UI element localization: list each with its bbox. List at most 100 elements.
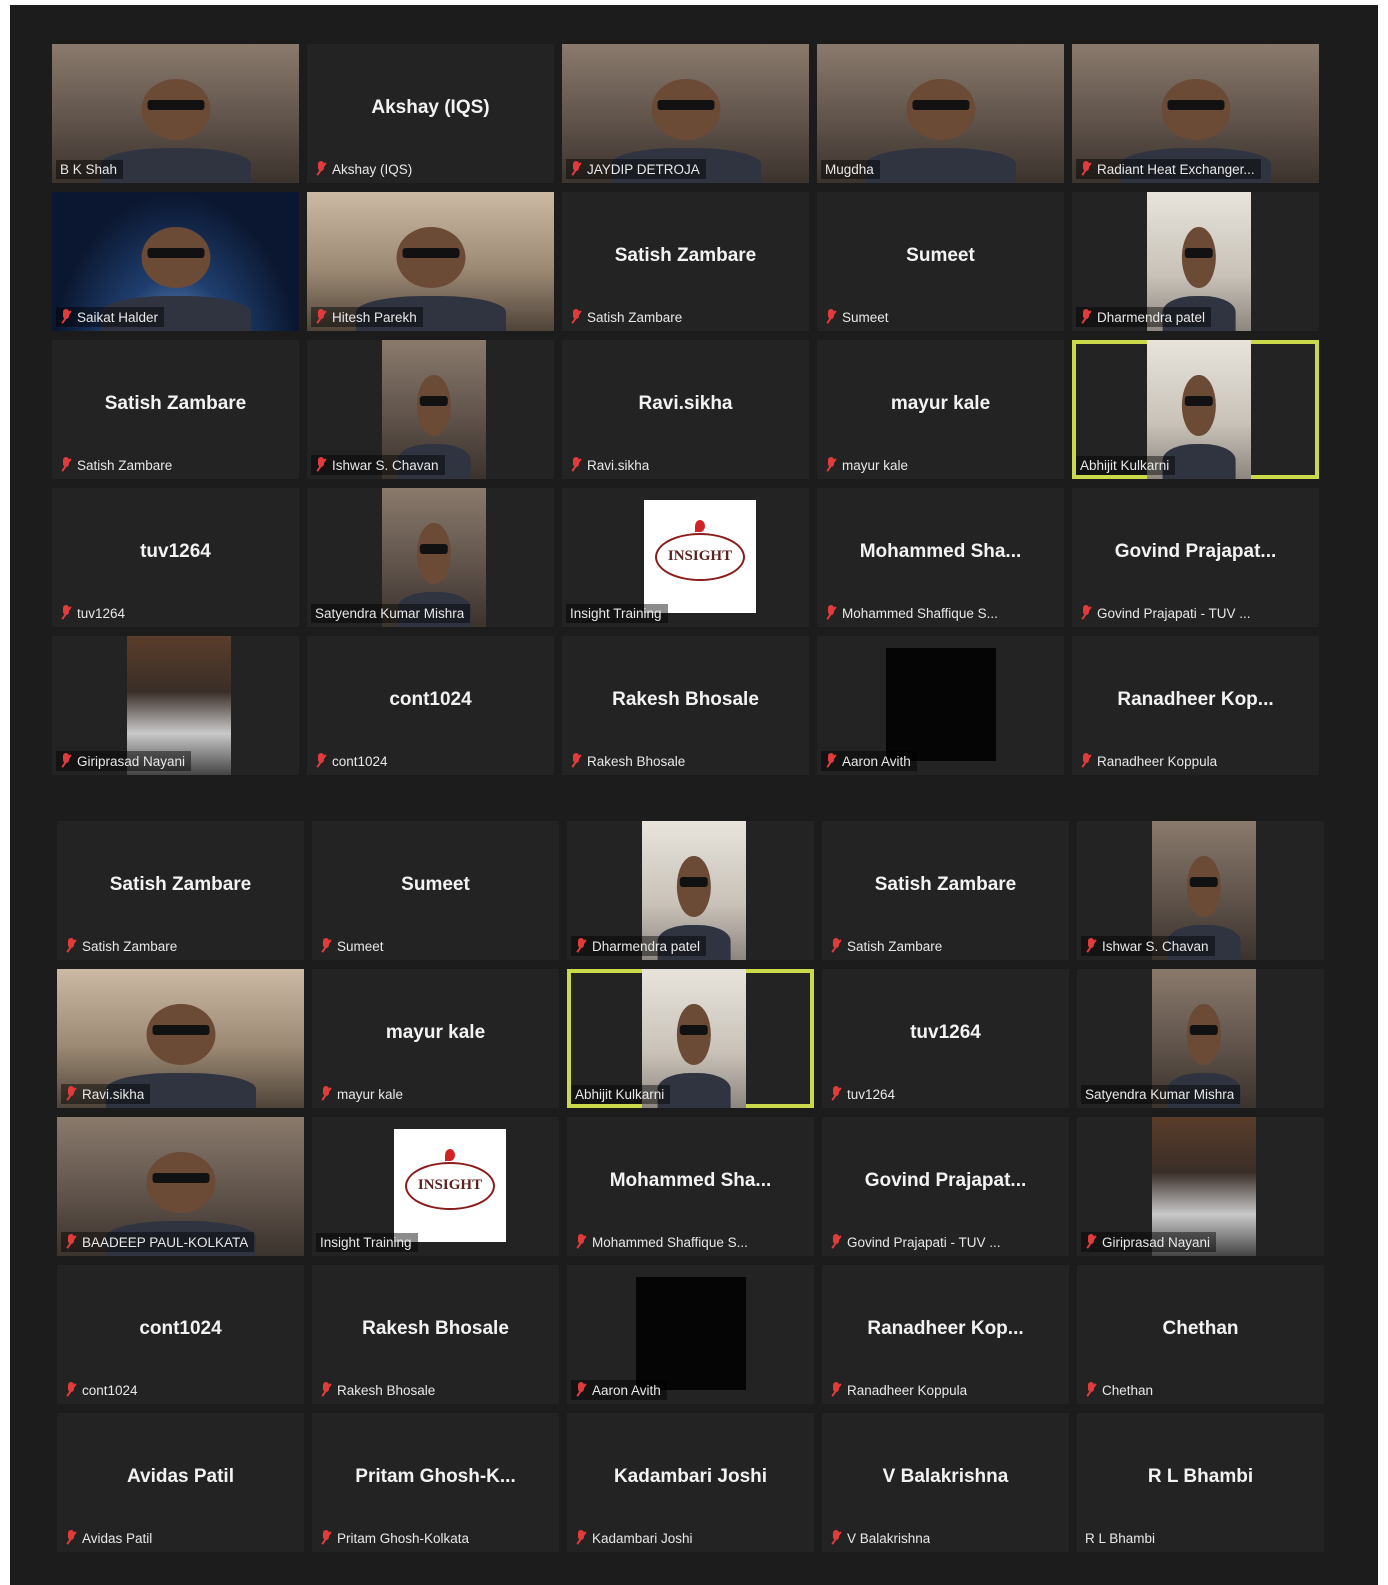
participant-tile-abhijit-kulkarni[interactable]: Abhijit Kulkarni	[1072, 340, 1319, 479]
participant-display-name: Ravi.sikha	[638, 392, 733, 414]
participant-tile-giriprasad-nayani[interactable]: Giriprasad Nayani	[52, 636, 299, 775]
participant-tile-govind-prajapati-tuv[interactable]: Govind Prajapat... Govind Prajapati - TUV…	[1072, 488, 1319, 627]
participant-label-text: JAYDIP DETROJA	[587, 161, 700, 177]
participant-label-text: Ishwar S. Chavan	[1102, 938, 1209, 954]
participant-name-label: Mohammed Shaffique S...	[821, 603, 1004, 623]
muted-mic-icon	[1080, 753, 1092, 769]
participant-tile-ishwar-s-chavan[interactable]: Ishwar S. Chavan	[307, 340, 554, 479]
participant-tile-jaydip-detroja[interactable]: JAYDIP DETROJA	[562, 44, 809, 183]
participant-label-text: Chethan	[1102, 1382, 1154, 1398]
participant-tile-r-l-bhambi[interactable]: R L Bhambi R L Bhambi	[1077, 1413, 1324, 1552]
participant-tile-cont1024[interactable]: cont1024 cont1024	[307, 636, 554, 775]
participant-label-text: Dharmendra patel	[592, 938, 701, 954]
participant-tile-radiant-heat-exchanger[interactable]: Radiant Heat Exchanger...	[1072, 44, 1319, 183]
participant-tile-dharmendra-patel[interactable]: Dharmendra patel	[1072, 192, 1319, 331]
participant-label-text: Insight Training	[570, 606, 662, 621]
participant-tile-saikat-halder[interactable]: Saikat Halder	[52, 192, 299, 331]
participant-tile-rakesh-bhosale[interactable]: Rakesh Bhosale Rakesh Bhosale	[312, 1265, 559, 1404]
participant-tile-ranadheer-koppula[interactable]: Ranadheer Kop... Ranadheer Koppula	[1072, 636, 1319, 775]
muted-mic-icon	[575, 1234, 587, 1250]
participant-name-label: Ranadheer Koppula	[826, 1380, 973, 1400]
participant-label-text: Ravi.sikha	[587, 457, 650, 473]
participant-name-label: Kadambari Joshi	[571, 1528, 699, 1548]
insight-logo: INSIGHT	[405, 1161, 495, 1210]
participant-label-text: Radiant Heat Exchanger...	[1097, 161, 1255, 177]
participant-name-label: Avidas Patil	[61, 1528, 158, 1548]
participant-label-text: Satish Zambare	[77, 457, 173, 473]
participant-tile-satyendra-kumar-mishra[interactable]: Satyendra Kumar Mishra	[307, 488, 554, 627]
participant-tile-ranadheer-koppula[interactable]: Ranadheer Kop... Ranadheer Koppula	[822, 1265, 1069, 1404]
participant-name-label: Aaron Avith	[821, 751, 917, 771]
participant-display-name: Sumeet	[906, 244, 975, 266]
participant-tile-aaron-avith[interactable]: Aaron Avith	[817, 636, 1064, 775]
participant-tile-ishwar-s-chavan[interactable]: Ishwar S. Chavan	[1077, 821, 1324, 960]
participant-tile-rakesh-bhosale[interactable]: Rakesh Bhosale Rakesh Bhosale	[562, 636, 809, 775]
participant-name-label: R L Bhambi	[1081, 1529, 1161, 1548]
participant-label-text: Ranadheer Koppula	[1097, 753, 1218, 769]
participant-name-label: Saikat Halder	[56, 307, 165, 327]
participant-name-label: Insight Training	[316, 1233, 418, 1252]
meeting-gallery-view: B K Shah Akshay (IQS) Akshay (IQS) JAYDIP D…	[10, 5, 1378, 1585]
participant-name-label: Rakesh Bhosale	[316, 1380, 441, 1400]
participant-tile-satish-zambare[interactable]: Satish Zambare Satish Zambare	[52, 340, 299, 479]
participant-tile-giriprasad-nayani[interactable]: Giriprasad Nayani	[1077, 1117, 1324, 1256]
muted-mic-icon	[830, 938, 842, 954]
participant-tile-ravi-sikha[interactable]: Ravi.sikha	[57, 969, 304, 1108]
participant-tile-insight-training[interactable]: INSIGHT Insight Training	[562, 488, 809, 627]
participant-tile-abhijit-kulkarni[interactable]: Abhijit Kulkarni	[567, 969, 814, 1108]
participant-tile-mugdha[interactable]: Mugdha	[817, 44, 1064, 183]
participant-tile-tuv1264[interactable]: tuv1264 tuv1264	[52, 488, 299, 627]
participant-tile-b-k-shah[interactable]: B K Shah	[52, 44, 299, 183]
participant-display-name: Ranadheer Kop...	[1117, 688, 1274, 710]
muted-mic-icon	[825, 309, 837, 325]
participant-display-name: V Balakrishna	[882, 1465, 1009, 1487]
participant-tile-sumeet[interactable]: Sumeet Sumeet	[312, 821, 559, 960]
participant-tile-avidas-patil[interactable]: Avidas Patil Avidas Patil	[57, 1413, 304, 1552]
participant-label-text: Satish Zambare	[847, 938, 943, 954]
participant-name-label: Pritam Ghosh-Kolkata	[316, 1528, 475, 1548]
participant-tile-pritam-ghosh-kolkata[interactable]: Pritam Ghosh-K... Pritam Ghosh-Kolkata	[312, 1413, 559, 1552]
participant-name-label: Ishwar S. Chavan	[1081, 936, 1215, 956]
participant-name-label: BAADEEP PAUL-KOLKATA	[61, 1232, 255, 1252]
participant-display-name: cont1024	[139, 1317, 222, 1339]
participant-tile-govind-prajapati-tuv[interactable]: Govind Prajapat... Govind Prajapati - TUV…	[822, 1117, 1069, 1256]
participant-tile-dharmendra-patel[interactable]: Dharmendra patel	[567, 821, 814, 960]
participant-label-text: Ishwar S. Chavan	[332, 457, 439, 473]
muted-mic-icon	[830, 1382, 842, 1398]
participant-display-name: R L Bhambi	[1147, 1465, 1254, 1487]
participant-name-label: cont1024	[311, 751, 394, 771]
participant-label-text: Govind Prajapati - TUV ...	[847, 1234, 1001, 1250]
participant-tile-satish-zambare[interactable]: Satish Zambare Satish Zambare	[822, 821, 1069, 960]
participant-tile-insight-training[interactable]: INSIGHT Insight Training	[312, 1117, 559, 1256]
participant-tile-mayur-kale[interactable]: mayur kale mayur kale	[817, 340, 1064, 479]
muted-mic-icon	[1085, 1382, 1097, 1398]
participant-tile-satish-zambare[interactable]: Satish Zambare Satish Zambare	[562, 192, 809, 331]
participant-name-label: Insight Training	[566, 604, 668, 623]
participant-tile-chethan[interactable]: Chethan Chethan	[1077, 1265, 1324, 1404]
participant-tile-ravi-sikha[interactable]: Ravi.sikha Ravi.sikha	[562, 340, 809, 479]
participant-tile-aaron-avith[interactable]: Aaron Avith	[567, 1265, 814, 1404]
participant-name-label: Sumeet	[316, 936, 390, 956]
muted-mic-icon	[1080, 161, 1092, 177]
participant-display-name: cont1024	[389, 688, 472, 710]
participant-tile-kadambari-joshi[interactable]: Kadambari Joshi Kadambari Joshi	[567, 1413, 814, 1552]
participant-tile-mohammed-shaffique-s[interactable]: Mohammed Sha... Mohammed Shaffique S...	[567, 1117, 814, 1256]
participant-display-name: mayur kale	[385, 1021, 486, 1043]
participant-tile-mayur-kale[interactable]: mayur kale mayur kale	[312, 969, 559, 1108]
participant-tile-satyendra-kumar-mishra[interactable]: Satyendra Kumar Mishra	[1077, 969, 1324, 1108]
participant-tile-baadeep-paul-kolkata[interactable]: BAADEEP PAUL-KOLKATA	[57, 1117, 304, 1256]
participant-tile-hitesh-parekh[interactable]: Hitesh Parekh	[307, 192, 554, 331]
participant-label-text: Satish Zambare	[587, 309, 683, 325]
participant-display-name: Kadambari Joshi	[613, 1465, 768, 1487]
muted-mic-icon	[1080, 605, 1092, 621]
participant-tile-v-balakrishna[interactable]: V Balakrishna V Balakrishna	[822, 1413, 1069, 1552]
participant-label-text: Saikat Halder	[77, 309, 159, 325]
participant-tile-mohammed-shaffique-s[interactable]: Mohammed Sha... Mohammed Shaffique S...	[817, 488, 1064, 627]
participant-tile-sumeet[interactable]: Sumeet Sumeet	[817, 192, 1064, 331]
muted-mic-icon	[1085, 938, 1097, 954]
participant-tile-tuv1264[interactable]: tuv1264 tuv1264	[822, 969, 1069, 1108]
participant-tile-satish-zambare[interactable]: Satish Zambare Satish Zambare	[57, 821, 304, 960]
participant-tile-akshay-iqs[interactable]: Akshay (IQS) Akshay (IQS)	[307, 44, 554, 183]
participant-label-text: Giriprasad Nayani	[1102, 1234, 1211, 1250]
participant-tile-cont1024[interactable]: cont1024 cont1024	[57, 1265, 304, 1404]
